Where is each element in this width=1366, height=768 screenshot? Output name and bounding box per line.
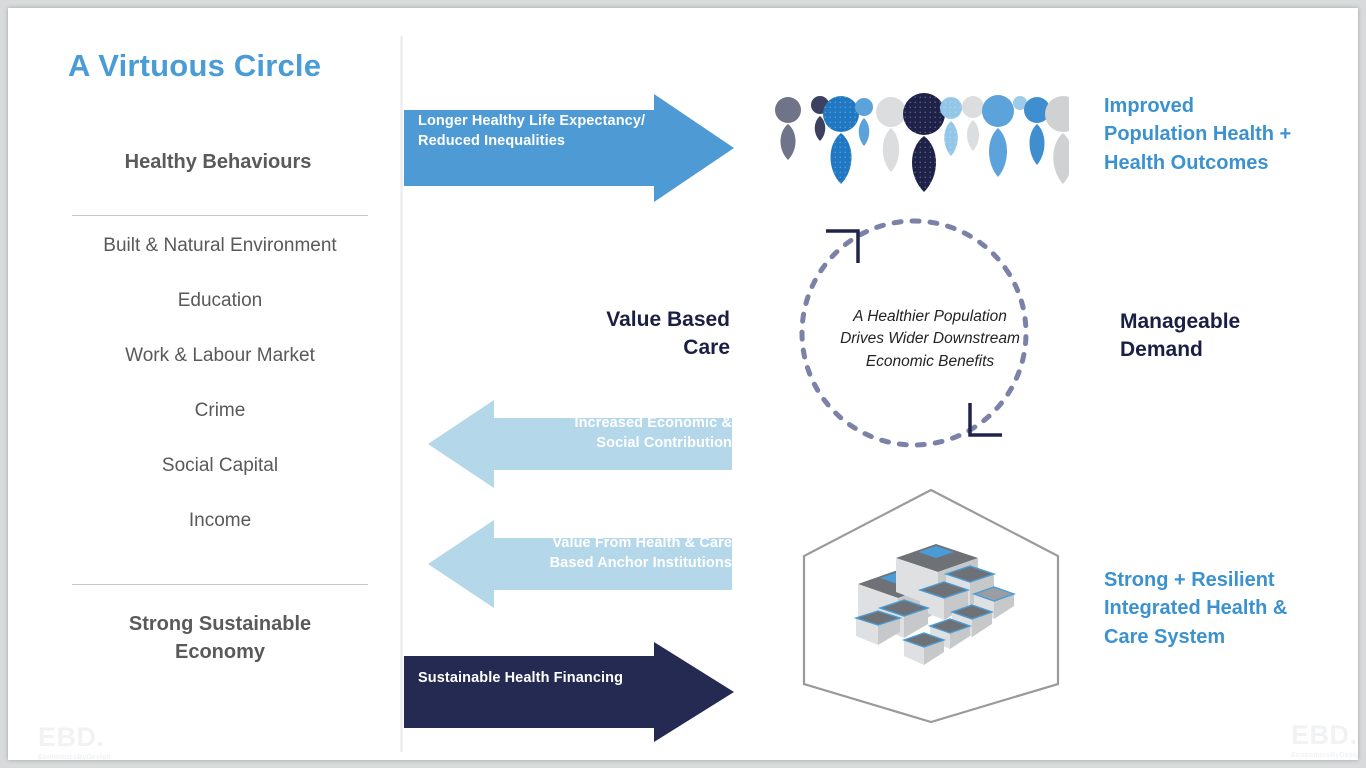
arrow-sustainable-health-financing: Sustainable Health Financing	[404, 642, 734, 742]
arrow-label-line2: Based Anchor Institutions	[549, 554, 732, 571]
page-title: A Virtuous Circle	[68, 48, 322, 83]
watermark-logo-text: EBD.	[1291, 720, 1358, 750]
arrow-label: Value From Health & Care Based Anchor In…	[506, 534, 732, 573]
arrow-value-from-health-anchor: Value From Health & Care Based Anchor In…	[428, 520, 732, 608]
healthy-behaviours-heading: Healthy Behaviours	[124, 151, 312, 173]
arrow-label-line2: Reduced Inequalities	[418, 132, 566, 149]
arrow-longer-healthy-life: Longer Healthy Life Expectancy/ Reduced …	[404, 94, 734, 202]
divider-rule-bottom	[72, 584, 368, 585]
arrow-label-line1: Increased Economic &	[574, 415, 732, 431]
arrow-right-shape	[404, 642, 734, 742]
arrow-label: Longer Healthy Life Expectancy/ Reduced …	[418, 112, 645, 151]
heading-strong-resilient-care-system: Strong + Resilient Integrated Health & Car…	[1104, 569, 1288, 648]
arrow-label: Sustainable Health Financing	[418, 669, 623, 689]
cycle-description-text: A Healthier Population Drives Wider Downs…	[840, 308, 1020, 370]
people-crowd-icon	[764, 86, 1081, 203]
list-item: Education	[177, 290, 263, 311]
list-item: Built & Natural Environment	[103, 235, 337, 256]
slide-canvas: A Virtuous Circle Healthy Behaviours Bui…	[8, 8, 1358, 760]
vertical-divider	[400, 36, 403, 752]
watermark-tagline: EconomicsByDesign	[38, 754, 112, 760]
list-item: Crime	[194, 400, 246, 421]
value-based-care-label: Value Based Care	[606, 308, 730, 359]
list-item: Social Capital	[161, 455, 279, 476]
arrow-label: Increased Economic & Social Contribution	[536, 414, 732, 453]
hexagon-city-graphic	[796, 486, 1066, 731]
list-item: Income	[188, 510, 252, 531]
watermark-logo-text: EBD.	[38, 722, 105, 752]
manageable-demand-label: Manageable Demand	[1120, 310, 1241, 361]
arrow-label-line1: Sustainable Health Financing	[418, 670, 624, 686]
isometric-hospital-buildings-icon	[853, 544, 1017, 665]
arrow-label-line1: Longer Healthy Life Expectancy/	[418, 113, 646, 129]
arrow-label-line1: Value From Health & Care	[552, 535, 732, 551]
list-item: Work & Labour Market	[125, 345, 315, 366]
determinants-list: Built & Natural Environment Education Wo…	[68, 236, 372, 566]
watermark-logo-left: EBD. EconomicsByDesign	[38, 722, 112, 761]
heading-improved-population-health: Improved Population Health + Health Outcom…	[1104, 95, 1292, 174]
arrow-increased-economic-contribution: Increased Economic & Social Contribution	[428, 400, 732, 488]
left-panel: A Virtuous Circle Healthy Behaviours Bui…	[8, 8, 400, 760]
watermark-tagline: EconomicsByDesign	[1291, 752, 1358, 759]
arrow-label-line2: Social Contribution	[596, 434, 732, 451]
watermark-logo-right: EBD. EconomicsByDesign	[1291, 720, 1358, 760]
divider-rule-top	[72, 215, 368, 216]
strong-sustainable-economy-heading: Strong Sustainable Economy	[128, 613, 312, 663]
